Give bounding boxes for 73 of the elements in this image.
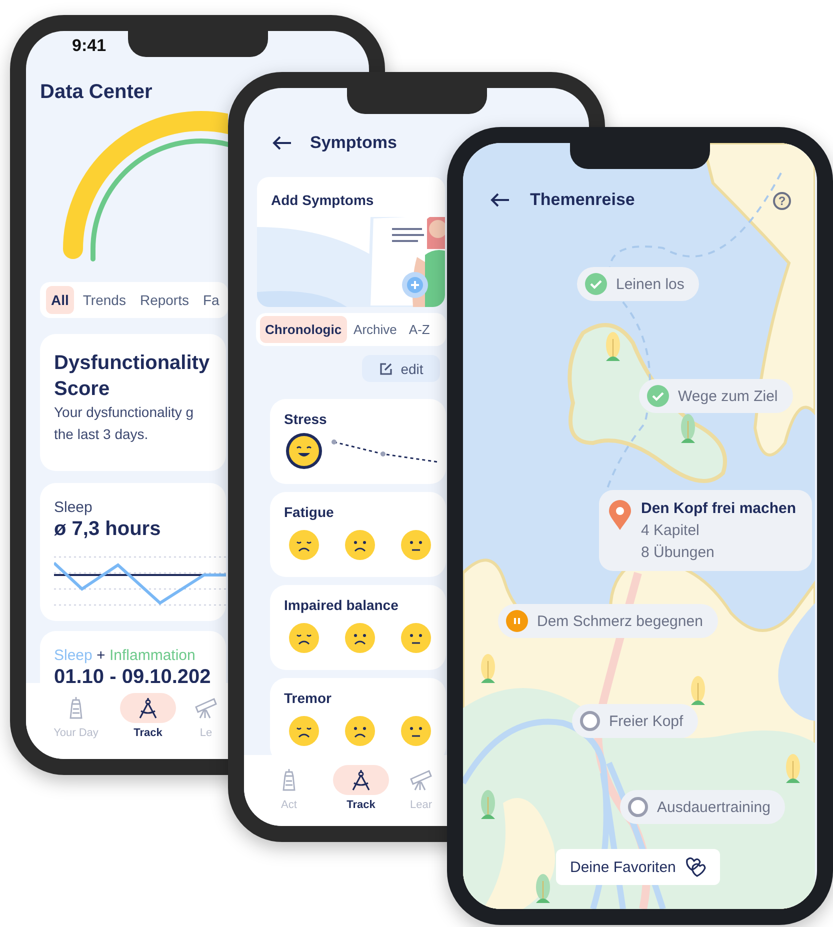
edit-icon	[378, 362, 393, 376]
back-button[interactable]	[272, 135, 292, 151]
journey-stop[interactable]: Wege zum Ziel	[639, 379, 793, 413]
journey-stop[interactable]: Dem Schmerz begegnen	[498, 604, 718, 638]
journey-stop[interactable]: Den Kopf frei machen 4 Kapitel 8 Übungen	[599, 490, 812, 571]
card-text: the last 3 days.	[54, 424, 150, 444]
symptom-card[interactable]: Stress	[270, 399, 446, 484]
telescope-icon	[194, 697, 218, 719]
filter-tab[interactable]: Fa	[198, 286, 224, 314]
back-button[interactable]	[490, 192, 510, 208]
favorites-button[interactable]: Deine Favoriten	[556, 849, 720, 885]
series-label: Inflammation	[109, 647, 196, 664]
symptom-card[interactable]: Impaired balance	[270, 585, 446, 670]
circle-icon	[580, 711, 600, 731]
compass-icon	[350, 769, 372, 791]
filter-tab[interactable]: Reports	[134, 286, 194, 314]
filter-tab[interactable]: Archive	[348, 316, 402, 343]
nav-tab[interactable]: Track	[325, 755, 397, 826]
happy-face-icon[interactable]	[286, 433, 322, 469]
screen-title: Symptoms	[310, 133, 397, 153]
add-symptoms-banner[interactable]: Add Symptoms	[257, 177, 445, 307]
symptom-card[interactable]: Tremor	[270, 678, 446, 755]
check-icon	[647, 385, 669, 407]
pause-icon	[506, 610, 528, 632]
location-pin-icon	[609, 500, 631, 530]
sad-face-icon[interactable]	[289, 530, 319, 560]
filter-tab[interactable]: All	[46, 286, 74, 314]
tree-icon	[681, 414, 695, 444]
series-label: Sleep	[54, 647, 92, 664]
neutral-face-icon[interactable]	[401, 623, 431, 653]
filter-tab[interactable]: Chronologic	[260, 316, 347, 343]
neutral-face-icon[interactable]	[401, 716, 431, 746]
neutral-face-icon[interactable]	[401, 530, 431, 560]
screen-title: Themenreise	[530, 190, 635, 210]
sad-face-icon[interactable]	[289, 716, 319, 746]
joiner-text: +	[96, 647, 106, 664]
check-icon	[585, 273, 607, 295]
tree-icon	[481, 790, 495, 820]
filter-tab[interactable]: A-Z	[404, 316, 435, 343]
nav-tab[interactable]: Track	[112, 683, 184, 759]
circle-icon	[628, 797, 648, 817]
filter-tab[interactable]: Trends	[78, 286, 131, 314]
worried-face-icon[interactable]	[345, 716, 375, 746]
edit-button[interactable]: edit	[362, 355, 440, 382]
compass-icon	[137, 697, 159, 719]
card-text: Your dysfunctionality g	[54, 403, 195, 422]
tree-icon	[536, 874, 550, 904]
card-title: Dysfunctionality Score	[54, 351, 211, 402]
telescope-icon	[409, 769, 433, 791]
sad-face-icon[interactable]	[289, 623, 319, 653]
journey-stop[interactable]: Freier Kopf	[572, 704, 698, 738]
sleep-value: ø 7,3 hours	[54, 518, 162, 541]
tree-icon	[481, 654, 495, 684]
symptom-name: Tremor	[284, 690, 332, 706]
worried-face-icon[interactable]	[345, 623, 375, 653]
symptom-name: Stress	[284, 411, 328, 427]
status-time: 9:41	[72, 36, 106, 55]
screen-title: Data Center	[40, 81, 152, 103]
hearts-icon	[684, 857, 706, 877]
journey-stop[interactable]: Leinen los	[577, 267, 700, 301]
lighthouse-icon	[281, 769, 297, 791]
symptom-card[interactable]: Fatigue	[270, 492, 446, 577]
lighthouse-icon	[68, 697, 84, 719]
tree-icon	[786, 754, 800, 784]
card-label: Sleep	[54, 499, 94, 516]
journey-stop[interactable]: Ausdauertraining	[620, 790, 786, 824]
date-range: 01.10 - 09.10.202	[54, 666, 212, 683]
banner-title: Add Symptoms	[270, 191, 374, 208]
tree-icon	[691, 676, 705, 706]
symptom-name: Impaired balance	[284, 597, 400, 613]
symptom-name: Fatigue	[284, 504, 335, 520]
worried-face-icon[interactable]	[345, 530, 375, 560]
tree-icon	[606, 332, 620, 362]
